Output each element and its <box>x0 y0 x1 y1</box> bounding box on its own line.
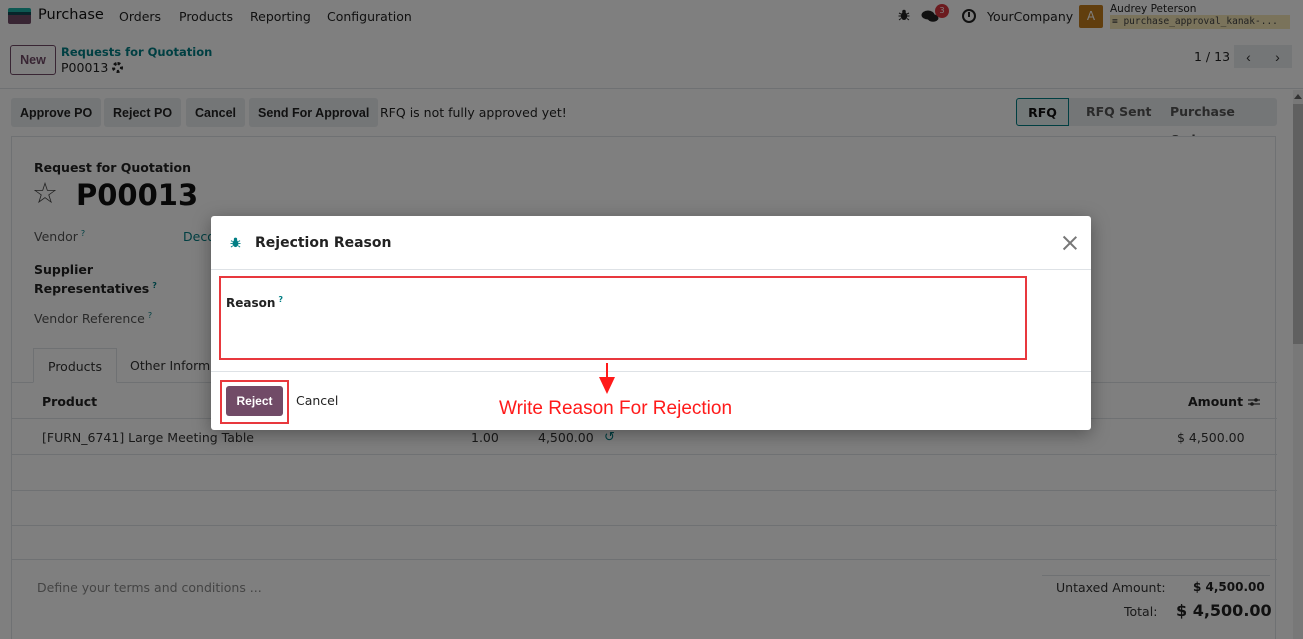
reason-field-highlight: Reason? <box>219 276 1027 360</box>
dialog-header: Rejection Reason <box>211 216 1091 270</box>
reject-button-highlight: Reject <box>220 380 289 424</box>
annotation-text: Write Reason For Rejection <box>499 398 733 419</box>
debug-bug-icon[interactable] <box>230 237 241 248</box>
reject-button[interactable]: Reject <box>226 386 283 416</box>
reason-label-text: Reason <box>226 296 276 310</box>
close-icon[interactable] <box>1061 234 1079 252</box>
dialog-body: Reason? <box>211 271 1091 371</box>
reason-label: Reason? <box>226 295 283 310</box>
cancel-button[interactable]: Cancel <box>296 393 338 408</box>
annotation-arrow-icon <box>599 363 615 394</box>
dialog-title: Rejection Reason <box>255 235 392 251</box>
help-icon[interactable]: ? <box>278 295 283 304</box>
reason-input[interactable] <box>226 316 1018 352</box>
